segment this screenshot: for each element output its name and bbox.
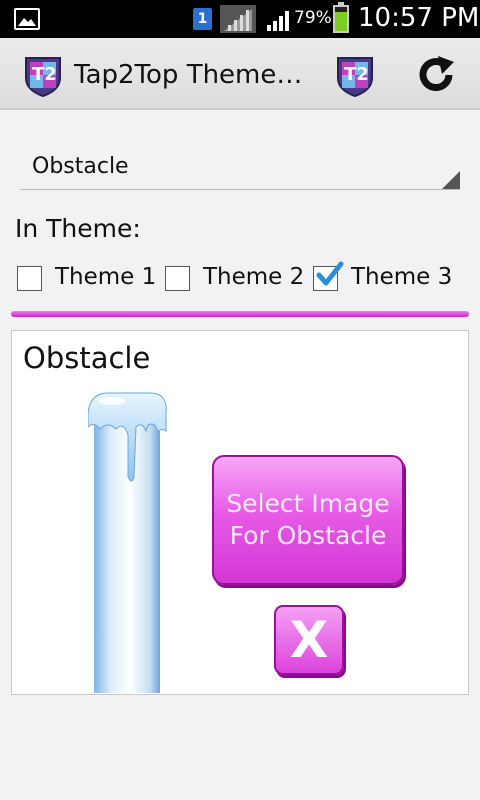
status-bar: 1 79% 10:57 PM xyxy=(0,0,480,38)
checkbox-box[interactable] xyxy=(17,266,42,291)
in-theme-label: In Theme: xyxy=(15,214,141,243)
checkmark-icon xyxy=(316,261,344,286)
dropdown-selected-value: Obstacle xyxy=(32,154,129,179)
obstacle-preview-image xyxy=(88,392,167,693)
theme-3-checkbox[interactable]: Theme 3 xyxy=(313,261,463,296)
select-image-button[interactable]: Select Image For Obstacle xyxy=(212,455,404,585)
app-title: Tap2Top Theme… xyxy=(74,60,303,90)
checkbox-label: Theme 1 xyxy=(55,264,157,290)
clock: 10:57 PM xyxy=(358,3,480,33)
sim-badge: 1 xyxy=(193,8,212,30)
action-bar: T2 Tap2Top Theme… T2 xyxy=(0,38,480,110)
theme-2-checkbox[interactable]: Theme 2 xyxy=(165,262,305,296)
battery-percent: 79% xyxy=(294,8,332,28)
checkbox-label: Theme 3 xyxy=(351,264,453,290)
app-logo-icon[interactable]: T2 xyxy=(20,52,66,98)
refresh-icon[interactable] xyxy=(416,54,458,96)
battery-icon xyxy=(333,2,349,33)
checkbox-box[interactable] xyxy=(165,266,190,291)
checkbox-label: Theme 2 xyxy=(203,264,305,290)
section-divider xyxy=(11,311,469,317)
close-icon: X xyxy=(289,611,329,669)
svg-text:T2: T2 xyxy=(32,64,57,85)
svg-text:T2: T2 xyxy=(344,64,369,85)
obstacle-dropdown[interactable]: Obstacle xyxy=(20,146,460,190)
select-image-button-label: Select Image For Obstacle xyxy=(226,489,390,550)
battery-fill xyxy=(335,12,347,31)
remove-image-button[interactable]: X xyxy=(274,605,344,675)
share-logo-icon[interactable]: T2 xyxy=(332,52,378,98)
checkbox-box[interactable] xyxy=(313,261,344,291)
cell-signal-icon xyxy=(267,11,289,31)
obstacle-card: Obstacle Select Image For Obstacle X xyxy=(11,330,469,695)
signal-strength-icon xyxy=(220,5,256,33)
theme-1-checkbox[interactable]: Theme 1 xyxy=(17,262,157,296)
gallery-notification-icon xyxy=(14,8,40,30)
dropdown-arrow-icon xyxy=(442,171,460,189)
card-title: Obstacle xyxy=(23,341,151,375)
